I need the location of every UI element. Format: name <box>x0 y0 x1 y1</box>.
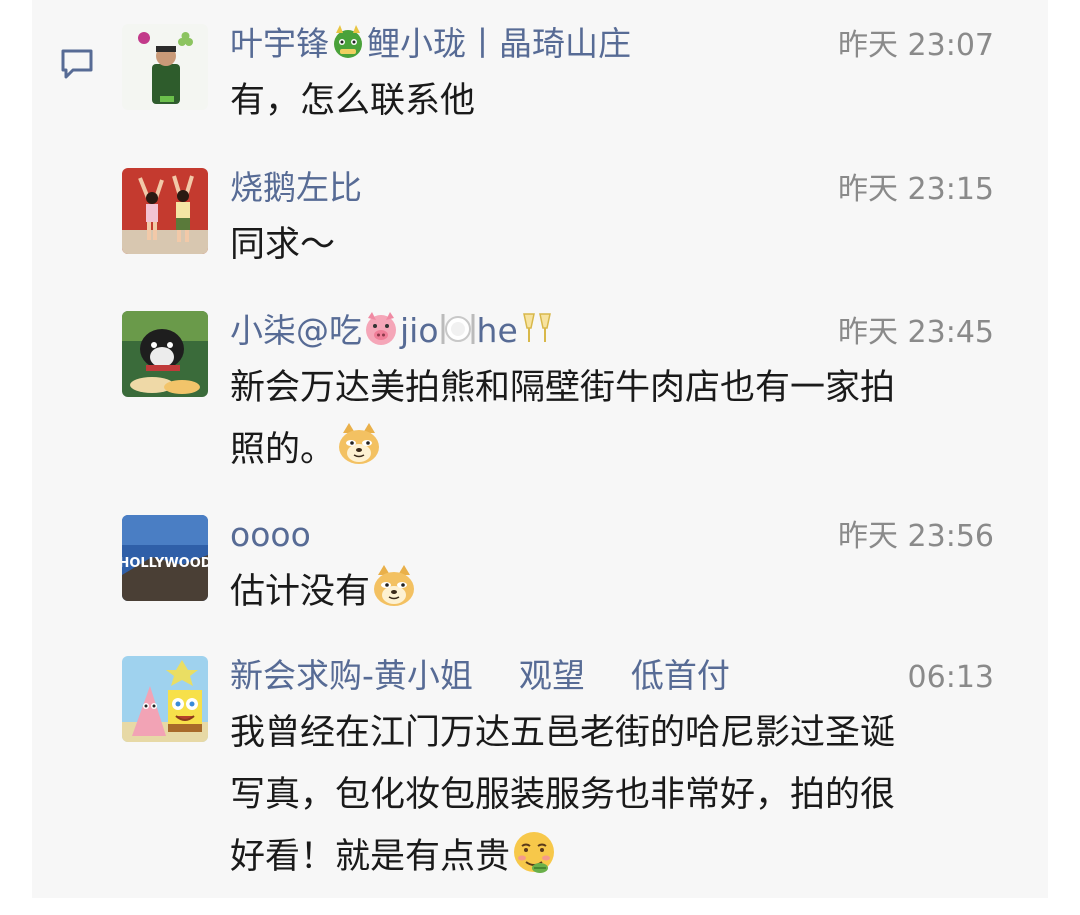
comment-text: 我曾经在江门万达五邑老街的哈尼影过圣诞 写真，包化妆包服装服务也非常好，拍的很 … <box>230 702 1020 888</box>
comment-text-line: 写真，包化妆包服装服务也非常好，拍的很 <box>230 775 896 815</box>
comment-item: 烧鹅左比 昨天 23:15 同求～ <box>122 168 1002 268</box>
comment-icon <box>61 49 93 79</box>
name-part: 鲤小珑丨晶琦山庄 <box>367 24 631 63</box>
comment-time: 06:13 <box>907 660 994 695</box>
comment-text-line: 照的。 <box>230 419 1020 481</box>
comment-item: 叶宇锋 鲤小珑丨晶琦山庄 昨天 23:07 有，怎么联系他 <box>122 24 1002 124</box>
comment-text-part: 好看！就是有点贵 <box>230 837 511 877</box>
doge-face-icon <box>374 565 415 606</box>
name-part: jio <box>400 311 439 350</box>
avatar[interactable] <box>122 168 208 254</box>
name-part: 小柒@吃 <box>230 311 362 350</box>
name-part: he <box>476 311 518 350</box>
commenter-name[interactable]: 叶宇锋 鲤小珑丨晶琦山庄 <box>230 22 631 66</box>
dragon-face-icon <box>334 25 362 58</box>
doge-face-icon <box>339 423 380 464</box>
comment-time: 昨天 23:07 <box>838 28 994 63</box>
plate-cutlery-icon <box>441 314 475 344</box>
commenter-name[interactable]: 小柒@吃 jio he <box>230 309 556 353</box>
avatar[interactable] <box>122 311 208 397</box>
avatar[interactable] <box>122 24 208 110</box>
avatar[interactable]: HOLLYWOOD <box>122 515 208 601</box>
comment-text: 估计没有 <box>230 561 1020 623</box>
comment-item: 新会求购-黄小姐 观望 低首付 06:13 我曾经在江门万达五邑老街的哈尼影过圣诞 … <box>122 656 1002 896</box>
avatar-text: HOLLYWOOD <box>122 556 208 571</box>
comment-item: HOLLYWOOD oooo 昨天 23:56 估计没有 <box>122 515 1002 615</box>
comment-time: 昨天 23:45 <box>838 315 994 350</box>
pig-face-icon <box>366 312 396 345</box>
name-part: 低首付 <box>630 656 730 695</box>
commenter-name[interactable]: oooo <box>230 513 311 557</box>
comment-text-part: 估计没有 <box>230 572 371 612</box>
avatar[interactable] <box>122 656 208 742</box>
clinking-glasses-icon <box>522 313 551 342</box>
comment-time: 昨天 23:56 <box>838 519 994 554</box>
comment-text: 新会万达美拍熊和隔壁街牛肉店也有一家拍 照的。 <box>230 357 1020 481</box>
name-part: 叶宇锋 <box>230 24 329 63</box>
comment-text-line: 新会万达美拍熊和隔壁街牛肉店也有一家拍 <box>230 368 896 408</box>
name-part: 新会求购-黄小姐 <box>230 656 473 695</box>
comment-time: 昨天 23:15 <box>838 172 994 207</box>
comment-text-line: 好看！就是有点贵 <box>230 826 1020 888</box>
comment-text-line: 我曾经在江门万达五邑老街的哈尼影过圣诞 <box>230 713 896 753</box>
name-part: 观望 <box>518 656 585 695</box>
commenter-name[interactable]: 新会求购-黄小姐 观望 低首付 <box>230 654 730 698</box>
comment-text: 有，怎么联系他 <box>230 81 476 121</box>
commenter-name[interactable]: 烧鹅左比 <box>230 166 362 210</box>
comment-text-part: 照的。 <box>230 430 336 470</box>
comment-item: 小柒@吃 jio he 昨天 23:45 新会万达美拍熊和隔壁街牛肉店也有一家拍 照… <box>122 311 1002 481</box>
smirk-face-icon <box>514 832 555 873</box>
comment-text: 同求～ <box>230 225 336 265</box>
